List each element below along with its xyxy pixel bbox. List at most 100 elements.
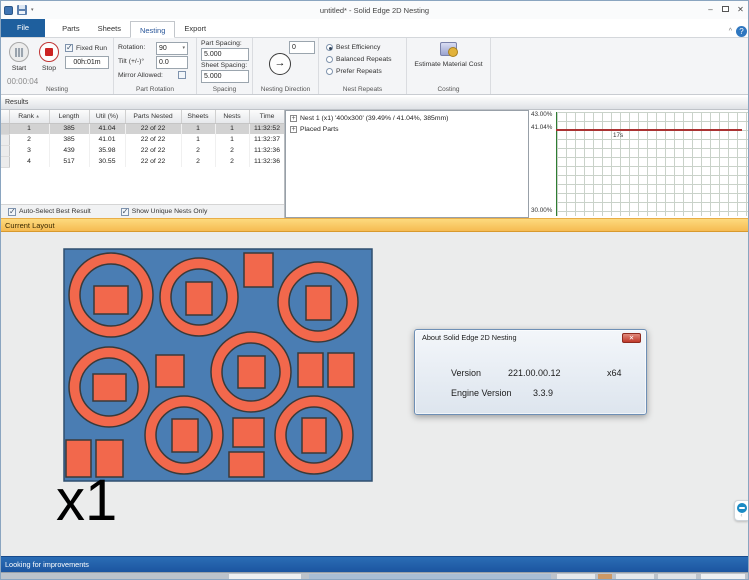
tab-sheets[interactable]: Sheets [89, 20, 130, 37]
tab-export[interactable]: Export [175, 20, 215, 37]
nest-sheet-svg[interactable] [63, 248, 373, 482]
rect-part[interactable] [186, 282, 212, 315]
collapse-ribbon-icon[interactable]: ^ [729, 28, 732, 35]
table-row[interactable]: 451730.5522 of 222211:32:36 [1, 156, 284, 167]
table-cell: 1 [215, 123, 249, 134]
fixed-run-label: Fixed Run [76, 45, 107, 52]
status-bar: Looking for improvements [1, 556, 748, 572]
rect-part[interactable] [156, 355, 184, 387]
fixed-run-checkbox[interactable]: Fixed Run [65, 44, 107, 52]
sheet-spacing-input[interactable]: 5.000 [201, 70, 249, 83]
row-handle[interactable] [1, 123, 9, 134]
tree-item-placed-parts[interactable]: + Placed Parts [286, 124, 528, 135]
table-cell: 30.55 [89, 156, 125, 167]
material-cost-icon [440, 42, 457, 56]
column-header[interactable]: Time [249, 110, 284, 123]
table-row[interactable]: 238541.0122 of 221111:32:37 [1, 134, 284, 145]
column-header[interactable]: Rank ▲ [9, 110, 49, 123]
rect-part[interactable] [94, 286, 128, 314]
tree-item-nest[interactable]: + Nest 1 (x1) '400x300' (39.49% / 41.04%… [286, 113, 528, 124]
rect-part[interactable] [244, 253, 273, 287]
minimize-button[interactable]: – [703, 3, 718, 17]
rotation-value: 90 [159, 44, 167, 53]
rotation-dropdown[interactable]: 90 ▾ [156, 42, 188, 55]
row-handle[interactable] [1, 156, 9, 167]
radio-label: Best Efficiency [336, 44, 380, 51]
mirror-allowed-checkbox[interactable] [178, 71, 186, 79]
row-handle[interactable] [1, 145, 9, 156]
rect-part[interactable] [302, 418, 326, 453]
version-value: 221.00.00.12 [508, 368, 561, 378]
direction-arrow-icon[interactable]: → [269, 53, 291, 75]
unique-nests-checkbox[interactable]: Show Unique Nests Only [121, 208, 208, 216]
radio-balanced-repeats[interactable]: Balanced Repeats [326, 56, 392, 63]
rect-part[interactable] [328, 353, 354, 387]
column-header[interactable]: Length [49, 110, 89, 123]
rect-part[interactable] [238, 356, 265, 388]
close-button[interactable]: ✕ [733, 3, 748, 17]
row-handle[interactable] [1, 134, 9, 145]
group-label-part-rotation: Part Rotation [114, 86, 196, 93]
ribbon-group-nest-repeats: Best Efficiency Balanced Repeats Prefer … [319, 38, 407, 94]
rect-part[interactable] [298, 353, 323, 387]
rect-part[interactable] [93, 374, 126, 401]
column-header[interactable]: Parts Nested [125, 110, 181, 123]
part-spacing-input[interactable]: 5.000 [201, 48, 249, 61]
remote-access-badge[interactable]: ‹ [734, 500, 748, 521]
ribbon-group-nesting-direction: 0 → Nesting Direction [253, 38, 319, 94]
radio-icon [326, 44, 333, 51]
column-header[interactable]: Sheets [181, 110, 215, 123]
tree-item-label: Placed Parts [300, 126, 339, 133]
auto-select-checkbox[interactable]: Auto-Select Best Result [8, 208, 91, 216]
ribbon-group-spacing: Part Spacing: 5.000 Sheet Spacing: 5.000… [197, 38, 253, 94]
rotation-label: Rotation: [118, 44, 145, 51]
chevron-left-icon: ‹ [735, 513, 748, 520]
auto-select-label: Auto-Select Best Result [19, 208, 91, 215]
rect-part[interactable] [233, 418, 264, 447]
table-cell: 3 [9, 145, 49, 156]
expand-icon[interactable]: + [290, 126, 297, 133]
direction-angle-input[interactable]: 0 [289, 41, 315, 54]
tilt-input[interactable]: 0.0 [156, 56, 188, 69]
tab-parts[interactable]: Parts [53, 20, 89, 37]
results-panel: Rank ▲LengthUtil (%)Parts NestedSheetsNe… [1, 110, 748, 218]
dialog-close-button[interactable]: ✕ [622, 333, 641, 343]
part-spacing-label: Part Spacing: [201, 40, 242, 47]
run-duration-input[interactable]: 00h:01m [65, 56, 109, 69]
engine-version-label: Engine Version [451, 388, 512, 398]
table-cell: 1 [215, 134, 249, 145]
start-button[interactable] [9, 42, 29, 62]
tabbar-right: ^ ? [729, 26, 748, 37]
help-icon[interactable]: ? [736, 26, 747, 37]
sort-asc-icon: ▲ [34, 113, 40, 118]
efficiency-chart: 43.00% 41.04% 30.00% 17s [529, 110, 748, 218]
about-dialog-titlebar[interactable]: About Solid Edge 2D Nesting ✕ [415, 330, 646, 345]
table-row[interactable]: 343935.9822 of 222211:32:36 [1, 145, 284, 156]
column-header[interactable]: Nests [215, 110, 249, 123]
tilt-label: Tilt (+/-)° [118, 58, 144, 65]
rect-part[interactable] [306, 286, 331, 320]
table-row[interactable]: 138541.0422 of 221111:32:52 [1, 123, 284, 134]
rect-part[interactable] [229, 452, 264, 477]
checkbox-icon [65, 44, 73, 52]
estimate-material-cost-button[interactable]: Estimate Material Cost [409, 42, 488, 68]
table-cell: 22 of 22 [125, 156, 181, 167]
table-cell: 35.98 [89, 145, 125, 156]
table-cell: 2 [181, 156, 215, 167]
expand-icon[interactable]: + [290, 115, 297, 122]
arch-value: x64 [607, 368, 622, 378]
tab-file[interactable]: File [1, 19, 45, 37]
column-header[interactable]: Util (%) [89, 110, 125, 123]
results-table-body: 138541.0422 of 221111:32:52238541.0122 o… [1, 123, 284, 167]
stop-button[interactable] [39, 42, 59, 62]
radio-prefer-repeats[interactable]: Prefer Repeats [326, 68, 382, 75]
tab-nesting[interactable]: Nesting [130, 21, 175, 38]
table-cell: 1 [181, 123, 215, 134]
unique-nests-label: Show Unique Nests Only [132, 208, 208, 215]
status-text: Looking for improvements [5, 560, 89, 569]
rect-part[interactable] [172, 419, 198, 452]
results-table-wrap: Rank ▲LengthUtil (%)Parts NestedSheetsNe… [1, 110, 284, 204]
restore-button[interactable] [718, 3, 733, 17]
about-dialog: About Solid Edge 2D Nesting ✕ Version 22… [414, 329, 647, 415]
radio-best-efficiency[interactable]: Best Efficiency [326, 44, 380, 51]
